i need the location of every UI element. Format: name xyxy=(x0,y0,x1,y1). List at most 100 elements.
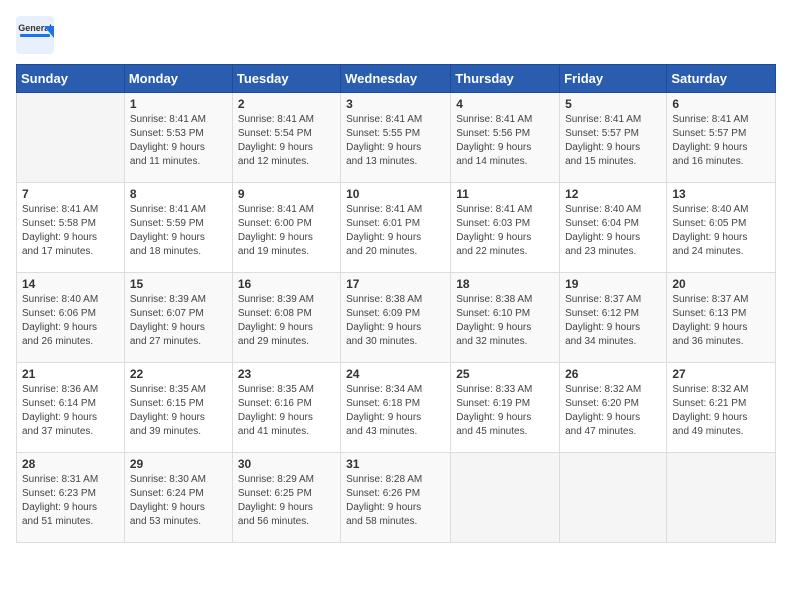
calendar-cell: 16 Sunrise: 8:39 AMSunset: 6:08 PMDayligh… xyxy=(232,273,340,363)
day-number: 7 xyxy=(22,187,119,201)
day-info: Sunrise: 8:41 AMSunset: 5:53 PMDaylight:… xyxy=(130,113,227,169)
day-info: Sunrise: 8:28 AMSunset: 6:26 PMDaylight:… xyxy=(346,473,445,529)
calendar-cell: 12 Sunrise: 8:40 AMSunset: 6:04 PMDayligh… xyxy=(560,183,667,273)
day-number: 2 xyxy=(238,97,335,111)
day-number: 25 xyxy=(456,367,554,381)
day-of-week-header: Saturday xyxy=(667,65,776,93)
day-number: 27 xyxy=(672,367,770,381)
day-of-week-header: Tuesday xyxy=(232,65,340,93)
day-info: Sunrise: 8:41 AMSunset: 5:56 PMDaylight:… xyxy=(456,113,554,169)
day-info: Sunrise: 8:36 AMSunset: 6:14 PMDaylight:… xyxy=(22,383,119,439)
calendar-cell: 5Sunrise: 8:41 AMSunset: 5:57 PMDaylight… xyxy=(560,93,667,183)
day-number: 4 xyxy=(456,97,554,111)
day-info: Sunrise: 8:37 AMSunset: 6:12 PMDaylight:… xyxy=(565,293,661,349)
day-number: 31 xyxy=(346,457,445,471)
calendar-cell xyxy=(667,453,776,543)
day-number: 6 xyxy=(672,97,770,111)
calendar-cell: 24Sunrise: 8:34 AMSunset: 6:18 PMDayligh… xyxy=(341,363,451,453)
day-info: Sunrise: 8:37 AMSunset: 6:13 PMDaylight:… xyxy=(672,293,770,349)
day-number: 11 xyxy=(456,187,554,201)
day-number: 29 xyxy=(130,457,227,471)
day-number: 3 xyxy=(346,97,445,111)
day-info: Sunrise: 8:39 AMSunset: 6:08 PMDaylight:… xyxy=(238,293,335,349)
calendar-cell: 22 Sunrise: 8:35 AMSunset: 6:15 PMDayligh… xyxy=(124,363,232,453)
calendar-cell: 4 Sunrise: 8:41 AMSunset: 5:56 PMDaylight… xyxy=(451,93,560,183)
calendar-cell: 25 Sunrise: 8:33 AMSunset: 6:19 PMDayligh… xyxy=(451,363,560,453)
calendar-cell: 13 Sunrise: 8:40 AMSunset: 6:05 PMDayligh… xyxy=(667,183,776,273)
day-of-week-header: Thursday xyxy=(451,65,560,93)
day-of-week-header: Wednesday xyxy=(341,65,451,93)
calendar-cell: 29 Sunrise: 8:30 AMSunset: 6:24 PMDayligh… xyxy=(124,453,232,543)
day-info: Sunrise: 8:38 AMSunset: 6:10 PMDaylight:… xyxy=(456,293,554,349)
calendar-cell: 1Sunrise: 8:41 AMSunset: 5:53 PMDaylight… xyxy=(124,93,232,183)
day-info: Sunrise: 8:35 AMSunset: 6:16 PMDaylight:… xyxy=(238,383,335,439)
day-info: Sunrise: 8:41 AMSunset: 6:01 PMDaylight:… xyxy=(346,203,445,259)
calendar-cell: 15Sunrise: 8:39 AMSunset: 6:07 PMDayligh… xyxy=(124,273,232,363)
day-info: Sunrise: 8:34 AMSunset: 6:18 PMDaylight:… xyxy=(346,383,445,439)
day-number: 28 xyxy=(22,457,119,471)
day-number: 9 xyxy=(238,187,335,201)
calendar-cell: 11Sunrise: 8:41 AMSunset: 6:03 PMDayligh… xyxy=(451,183,560,273)
day-number: 26 xyxy=(565,367,661,381)
calendar-week-row: 14 Sunrise: 8:40 AMSunset: 6:06 PMDayligh… xyxy=(17,273,776,363)
day-info: Sunrise: 8:32 AMSunset: 6:20 PMDaylight:… xyxy=(565,383,661,439)
calendar-cell: 30Sunrise: 8:29 AMSunset: 6:25 PMDayligh… xyxy=(232,453,340,543)
day-number: 23 xyxy=(238,367,335,381)
day-number: 12 xyxy=(565,187,661,201)
day-info: Sunrise: 8:40 AMSunset: 6:06 PMDaylight:… xyxy=(22,293,119,349)
logo-icon: General xyxy=(16,16,54,54)
day-info: Sunrise: 8:31 AMSunset: 6:23 PMDaylight:… xyxy=(22,473,119,529)
calendar-cell: 27 Sunrise: 8:32 AMSunset: 6:21 PMDayligh… xyxy=(667,363,776,453)
calendar-cell: 23 Sunrise: 8:35 AMSunset: 6:16 PMDayligh… xyxy=(232,363,340,453)
day-number: 5 xyxy=(565,97,661,111)
calendar-cell: 28 Sunrise: 8:31 AMSunset: 6:23 PMDayligh… xyxy=(17,453,125,543)
day-info: Sunrise: 8:33 AMSunset: 6:19 PMDaylight:… xyxy=(456,383,554,439)
day-info: Sunrise: 8:41 AMSunset: 6:00 PMDaylight:… xyxy=(238,203,335,259)
calendar-cell xyxy=(560,453,667,543)
day-info: Sunrise: 8:41 AMSunset: 5:55 PMDaylight:… xyxy=(346,113,445,169)
calendar-cell: 18Sunrise: 8:38 AMSunset: 6:10 PMDayligh… xyxy=(451,273,560,363)
calendar-cell: 6 Sunrise: 8:41 AMSunset: 5:57 PMDaylight… xyxy=(667,93,776,183)
page-header: General xyxy=(16,16,776,54)
day-info: Sunrise: 8:41 AMSunset: 5:57 PMDaylight:… xyxy=(672,113,770,169)
day-of-week-header: Sunday xyxy=(17,65,125,93)
calendar-week-row: 7 Sunrise: 8:41 AMSunset: 5:58 PMDaylight… xyxy=(17,183,776,273)
calendar-week-row: 1Sunrise: 8:41 AMSunset: 5:53 PMDaylight… xyxy=(17,93,776,183)
day-info: Sunrise: 8:41 AMSunset: 5:54 PMDaylight:… xyxy=(238,113,335,169)
calendar-week-row: 28 Sunrise: 8:31 AMSunset: 6:23 PMDayligh… xyxy=(17,453,776,543)
day-number: 22 xyxy=(130,367,227,381)
calendar-cell: 31 Sunrise: 8:28 AMSunset: 6:26 PMDayligh… xyxy=(341,453,451,543)
day-number: 16 xyxy=(238,277,335,291)
calendar-table: SundayMondayTuesdayWednesdayThursdayFrid… xyxy=(16,64,776,543)
day-info: Sunrise: 8:35 AMSunset: 6:15 PMDaylight:… xyxy=(130,383,227,439)
day-number: 15 xyxy=(130,277,227,291)
calendar-cell xyxy=(17,93,125,183)
day-number: 14 xyxy=(22,277,119,291)
calendar-cell: 8 Sunrise: 8:41 AMSunset: 5:59 PMDaylight… xyxy=(124,183,232,273)
day-number: 10 xyxy=(346,187,445,201)
day-number: 20 xyxy=(672,277,770,291)
day-number: 17 xyxy=(346,277,445,291)
day-number: 13 xyxy=(672,187,770,201)
calendar-week-row: 21Sunrise: 8:36 AMSunset: 6:14 PMDayligh… xyxy=(17,363,776,453)
day-info: Sunrise: 8:32 AMSunset: 6:21 PMDaylight:… xyxy=(672,383,770,439)
calendar-cell: 10 Sunrise: 8:41 AMSunset: 6:01 PMDayligh… xyxy=(341,183,451,273)
day-number: 30 xyxy=(238,457,335,471)
calendar-cell: 20 Sunrise: 8:37 AMSunset: 6:13 PMDayligh… xyxy=(667,273,776,363)
logo: General xyxy=(16,16,58,54)
day-number: 8 xyxy=(130,187,227,201)
calendar-cell: 2 Sunrise: 8:41 AMSunset: 5:54 PMDaylight… xyxy=(232,93,340,183)
day-info: Sunrise: 8:41 AMSunset: 5:58 PMDaylight:… xyxy=(22,203,119,259)
day-number: 19 xyxy=(565,277,661,291)
day-info: Sunrise: 8:41 AMSunset: 5:59 PMDaylight:… xyxy=(130,203,227,259)
calendar-cell xyxy=(451,453,560,543)
day-of-week-header: Friday xyxy=(560,65,667,93)
calendar-cell: 3 Sunrise: 8:41 AMSunset: 5:55 PMDaylight… xyxy=(341,93,451,183)
calendar-cell: 14 Sunrise: 8:40 AMSunset: 6:06 PMDayligh… xyxy=(17,273,125,363)
day-info: Sunrise: 8:40 AMSunset: 6:05 PMDaylight:… xyxy=(672,203,770,259)
day-of-week-header: Monday xyxy=(124,65,232,93)
day-info: Sunrise: 8:30 AMSunset: 6:24 PMDaylight:… xyxy=(130,473,227,529)
day-info: Sunrise: 8:40 AMSunset: 6:04 PMDaylight:… xyxy=(565,203,661,259)
calendar-cell: 9 Sunrise: 8:41 AMSunset: 6:00 PMDaylight… xyxy=(232,183,340,273)
calendar-cell: 17Sunrise: 8:38 AMSunset: 6:09 PMDayligh… xyxy=(341,273,451,363)
